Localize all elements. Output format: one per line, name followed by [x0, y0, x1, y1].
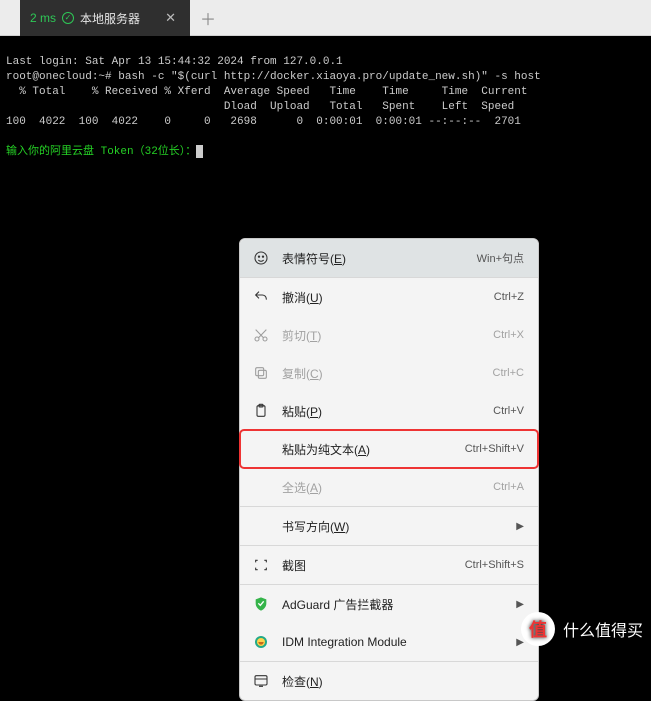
status-ok-icon: ✓ [62, 12, 74, 24]
new-tab-button[interactable]: ＋ [190, 0, 226, 35]
tabbar-gap [0, 0, 20, 35]
menu-shortcut: Win+句点 [477, 250, 524, 266]
menu-item-select-all: 全选(A) Ctrl+A [240, 468, 538, 506]
menu-label: 剪切(T) [282, 327, 481, 344]
menu-shortcut: Ctrl+V [493, 405, 524, 417]
tab-close-icon[interactable]: ✕ [161, 10, 180, 26]
terminal-line: % Total % Received % Xferd Average Speed… [6, 86, 528, 98]
menu-shortcut: Ctrl+C [493, 367, 524, 379]
menu-item-screenshot[interactable]: 截图 Ctrl+Shift+S [240, 546, 538, 584]
menu-shortcut: Ctrl+X [493, 329, 524, 341]
menu-shortcut: Ctrl+Shift+V [465, 443, 524, 455]
screenshot-icon [252, 556, 270, 574]
paste-icon [252, 402, 270, 420]
tab-title: 本地服务器 [80, 10, 140, 27]
menu-label: 书写方向(W) [282, 518, 500, 535]
menu-label: 表情符号(E) [282, 250, 465, 267]
terminal-prompt: 输入你的阿里云盘 Token（32位长）： [6, 146, 196, 158]
tab-latency: 2 ms [30, 11, 56, 25]
menu-label: IDM Integration Module [282, 635, 500, 649]
menu-item-undo[interactable]: 撤消(U) Ctrl+Z [240, 278, 538, 316]
terminal-line: Last login: Sat Apr 13 15:44:32 2024 fro… [6, 56, 343, 68]
terminal-line: Dload Upload Total Spent Left Speed [6, 101, 514, 113]
cut-icon [252, 326, 270, 344]
menu-label: AdGuard 广告拦截器 [282, 596, 500, 613]
watermark-text: 什么值得买 [563, 617, 643, 641]
terminal-line: root@onecloud:~# bash -c "$(curl http://… [6, 71, 541, 83]
idm-icon [252, 633, 270, 651]
inspect-icon [252, 672, 270, 690]
menu-label: 粘贴为纯文本(A) [282, 441, 453, 458]
menu-item-writing-dir[interactable]: 书写方向(W) ▶ [240, 507, 538, 545]
tab-active[interactable]: 2 ms ✓ 本地服务器 ✕ [20, 0, 190, 36]
menu-label: 全选(A) [282, 479, 481, 496]
menu-label: 检查(N) [282, 673, 524, 690]
menu-shortcut: Ctrl+Shift+S [465, 559, 524, 571]
menu-item-idm[interactable]: IDM Integration Module ▶ [240, 623, 538, 661]
watermark-badge: 值 [521, 612, 555, 646]
menu-item-paste[interactable]: 粘贴(P) Ctrl+V [240, 392, 538, 430]
menu-label: 复制(C) [282, 365, 481, 382]
menu-item-emoji[interactable]: 表情符号(E) Win+句点 [240, 239, 538, 277]
terminal-line: 100 4022 100 4022 0 0 2698 0 0:00:01 0:0… [6, 116, 521, 128]
chevron-right-icon: ▶ [516, 599, 524, 610]
menu-item-paste-plain[interactable]: 粘贴为纯文本(A) Ctrl+Shift+V [240, 430, 538, 468]
paste-plain-icon [252, 440, 270, 458]
menu-item-cut: 剪切(T) Ctrl+X [240, 316, 538, 354]
menu-item-copy: 复制(C) Ctrl+C [240, 354, 538, 392]
context-menu: 表情符号(E) Win+句点 撤消(U) Ctrl+Z 剪切(T) Ctrl+X… [239, 238, 539, 701]
writing-dir-icon [252, 517, 270, 535]
menu-label: 撤消(U) [282, 289, 482, 306]
menu-item-adguard[interactable]: AdGuard 广告拦截器 ▶ [240, 585, 538, 623]
menu-shortcut: Ctrl+Z [494, 291, 524, 303]
emoji-icon [252, 249, 270, 267]
adguard-icon [252, 595, 270, 613]
menu-label: 截图 [282, 557, 453, 574]
menu-item-inspect[interactable]: 检查(N) [240, 662, 538, 700]
terminal[interactable]: Last login: Sat Apr 13 15:44:32 2024 fro… [0, 36, 651, 160]
undo-icon [252, 288, 270, 306]
menu-shortcut: Ctrl+A [493, 481, 524, 493]
menu-label: 粘贴(P) [282, 403, 481, 420]
copy-icon [252, 364, 270, 382]
chevron-right-icon: ▶ [516, 521, 524, 532]
watermark: 值 什么值得买 [521, 612, 643, 646]
terminal-cursor [196, 145, 203, 158]
tab-bar: 2 ms ✓ 本地服务器 ✕ ＋ [0, 0, 651, 36]
select-all-icon [252, 478, 270, 496]
